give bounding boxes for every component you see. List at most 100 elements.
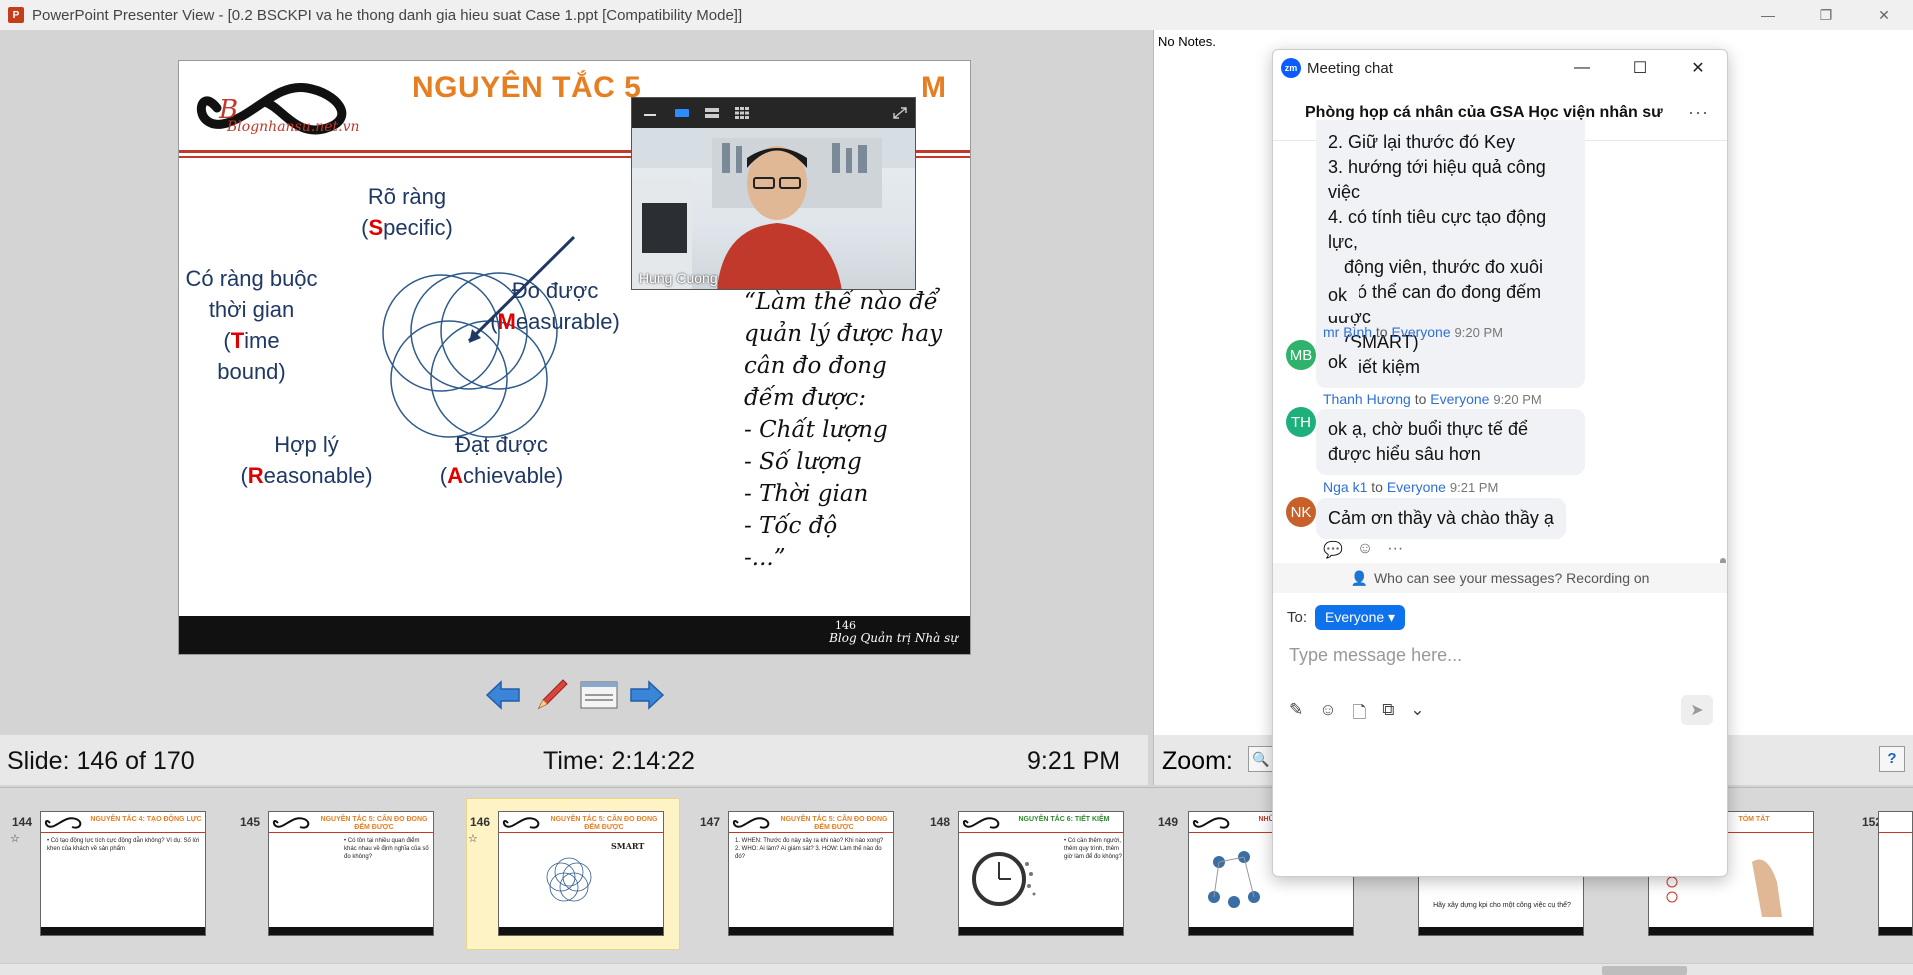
participant-figure-icon: [632, 128, 915, 289]
message-input[interactable]: [1289, 640, 1709, 670]
slide-thumbnail-145[interactable]: NGUYÊN TẮC 5: CÂN ĐO ĐONG ĐẾM ĐƯỢC • Có …: [268, 811, 434, 936]
chat-message: ok: [1316, 342, 1360, 383]
scrollbar-thumb[interactable]: [1602, 966, 1687, 975]
thumbnail-number: 144: [12, 815, 33, 829]
clock: 9:21 PM: [1027, 747, 1121, 775]
composer-toolbar: ✎ ☺ 🗋 ⧉ ⌄: [1289, 700, 1425, 729]
slide-thumbnail-144[interactable]: NGUYÊN TẮC 4: TẠO ĐỘNG LỰC • Có tạo động…: [40, 811, 206, 936]
chevron-down-icon[interactable]: ⌄: [1410, 700, 1424, 729]
restore-button[interactable]: ❐: [1797, 0, 1855, 30]
gallery-view-icon[interactable]: [734, 106, 750, 120]
arrow-right-icon: [630, 680, 665, 710]
chat-maximize-button[interactable]: ☐: [1611, 50, 1669, 86]
thumbnail-number: 147: [700, 815, 721, 829]
label-timebound: Có ràng buộc thời gian (Time bound): [185, 266, 318, 384]
slide-thumbnail-146[interactable]: NGUYÊN TẮC 5: CÂN ĐO ĐONG ĐẾM ĐƯỢC SMART: [498, 811, 664, 936]
participant-video: Hung Cuong: [632, 128, 915, 289]
slide-footer-text: Blog Quản trị Nhà sự: [829, 631, 958, 645]
thumbnail-logo-icon: [502, 817, 540, 829]
file-icon[interactable]: 🗋: [1353, 700, 1367, 729]
reply-icon[interactable]: 💬: [1323, 540, 1343, 560]
thumbnail-number: 145: [240, 815, 261, 829]
message-meta: mr Bình to Everyone 9:20 PM: [1323, 324, 1503, 340]
format-text-icon[interactable]: ✎: [1289, 700, 1303, 729]
thumbnail-number: 146: [470, 815, 491, 829]
zoom-in-icon[interactable]: 🔍: [1248, 746, 1274, 772]
strip-view-icon[interactable]: [704, 106, 720, 120]
label-measurable: Đo được (Measurable): [490, 278, 620, 334]
privacy-notice[interactable]: 👤 Who can see your messages? Recording o…: [1273, 563, 1727, 593]
person-lock-icon: 👤: [1350, 569, 1368, 586]
thumbnail-venn-icon: [546, 857, 592, 902]
close-button[interactable]: ✕: [1855, 0, 1913, 30]
next-slide-button[interactable]: [627, 677, 667, 713]
previous-slide-button[interactable]: [483, 677, 523, 713]
elapsed-time[interactable]: Time: 2:14:22: [543, 747, 695, 776]
minimize-button[interactable]: —: [1739, 0, 1797, 30]
slide-thumbnail-152[interactable]: [1878, 811, 1913, 936]
avatar: TH: [1286, 407, 1316, 437]
pen-icon: [537, 679, 568, 710]
thumbnail-logo-icon: [1192, 817, 1230, 829]
to-label: To:: [1287, 609, 1308, 626]
meeting-chat-window: zm Meeting chat — ☐ ✕ Phòng họp cá nhân …: [1272, 49, 1728, 877]
chat-message: Cảm ơn thầy và chào thầy ạ: [1316, 498, 1566, 539]
status-bar: Slide: 146 of 170 Time: 2:14:22 9:21 PM: [0, 735, 1148, 785]
avatar: NK: [1286, 497, 1316, 527]
more-options-icon[interactable]: ···: [1688, 102, 1709, 123]
chat-minimize-button[interactable]: —: [1553, 50, 1611, 86]
avatar: MB: [1286, 340, 1316, 370]
emoji-reaction-icon[interactable]: ☺: [1357, 540, 1373, 560]
current-slide-pane: B Blognhansu.net.vn NGUYÊN TẮC 5 M Rõ rà…: [0, 30, 1148, 735]
more-actions-icon[interactable]: ···: [1387, 540, 1403, 560]
slide-footer: 146 Blog Quản trị Nhà sự: [179, 616, 970, 654]
send-button[interactable]: ➤: [1681, 695, 1713, 725]
slide-navigation: [483, 675, 667, 715]
participant-name: Hung Cuong: [639, 270, 718, 286]
video-thumbnail[interactable]: Hung Cuong: [631, 97, 916, 290]
zoom-label: Zoom:: [1162, 747, 1233, 775]
chat-scrollbar[interactable]: [1719, 140, 1727, 740]
title-bar: P PowerPoint Presenter View - [0.2 BSCKP…: [0, 0, 1913, 30]
video-toolbar: [632, 98, 915, 128]
notes-text: No Notes.: [1158, 34, 1216, 49]
recipient-row: To: Everyone ▾: [1287, 605, 1406, 630]
speaker-view-icon[interactable]: [674, 106, 690, 120]
window-title: PowerPoint Presenter View - [0.2 BSCKPI …: [32, 6, 743, 24]
arrow-left-icon: [485, 680, 520, 710]
minimize-video-icon[interactable]: [642, 106, 658, 120]
slide-menu-icon: [580, 681, 618, 709]
thumbnail-scrollbar[interactable]: [0, 963, 1913, 975]
label-reasonable: Hợp lý (Reasonable): [240, 432, 373, 488]
label-achievable: Đạt được (Achievable): [439, 432, 564, 488]
chat-message: ok ạ, chờ buổi thực tế để được hiểu sâu …: [1316, 409, 1585, 475]
slide-thumbnail-147[interactable]: NGUYÊN TẮC 5: CÂN ĐO ĐONG ĐẾM ĐƯỢC 1. WH…: [728, 811, 894, 936]
message-meta: Thanh Hương to Everyone 9:20 PM: [1323, 391, 1542, 407]
emoji-icon[interactable]: ☺: [1319, 700, 1336, 729]
zoom-logo-icon: zm: [1281, 58, 1301, 78]
network-people-icon: [1208, 851, 1260, 908]
chat-window-title: Meeting chat: [1307, 59, 1393, 77]
label-specific: Rõ ràng (Specific): [361, 184, 453, 240]
slide-menu-button[interactable]: [579, 677, 619, 713]
star-icon: ☆: [468, 833, 478, 845]
chat-close-button[interactable]: ✕: [1669, 50, 1727, 86]
message-meta: Nga k1 to Everyone 9:21 PM: [1323, 479, 1499, 495]
clock-icon: [972, 852, 1036, 906]
chat-message: ok: [1316, 275, 1360, 316]
thumbnail-logo-icon: [732, 817, 770, 829]
recipient-dropdown[interactable]: Everyone ▾: [1315, 605, 1406, 630]
thumbnail-number: 149: [1158, 815, 1179, 829]
slide-quote: “Làm thế nào để quản lý được hay cân đo …: [744, 289, 943, 571]
thumbnail-logo-icon: [44, 817, 82, 829]
star-icon: ☆: [10, 833, 20, 845]
pen-tool-button[interactable]: [531, 677, 571, 713]
screenshot-icon[interactable]: ⧉: [1382, 700, 1394, 729]
powerpoint-icon: P: [8, 7, 24, 23]
help-button[interactable]: ?: [1879, 746, 1905, 772]
thumbnail-logo-icon: [962, 817, 1000, 829]
chat-title-bar: zm Meeting chat — ☐ ✕: [1273, 50, 1727, 86]
expand-video-icon[interactable]: [892, 106, 908, 120]
slide-counter: Slide: 146 of 170: [7, 747, 195, 775]
slide-thumbnail-148[interactable]: NGUYÊN TẮC 6: TIẾT KIỆM • Có cần thêm ng…: [958, 811, 1124, 936]
